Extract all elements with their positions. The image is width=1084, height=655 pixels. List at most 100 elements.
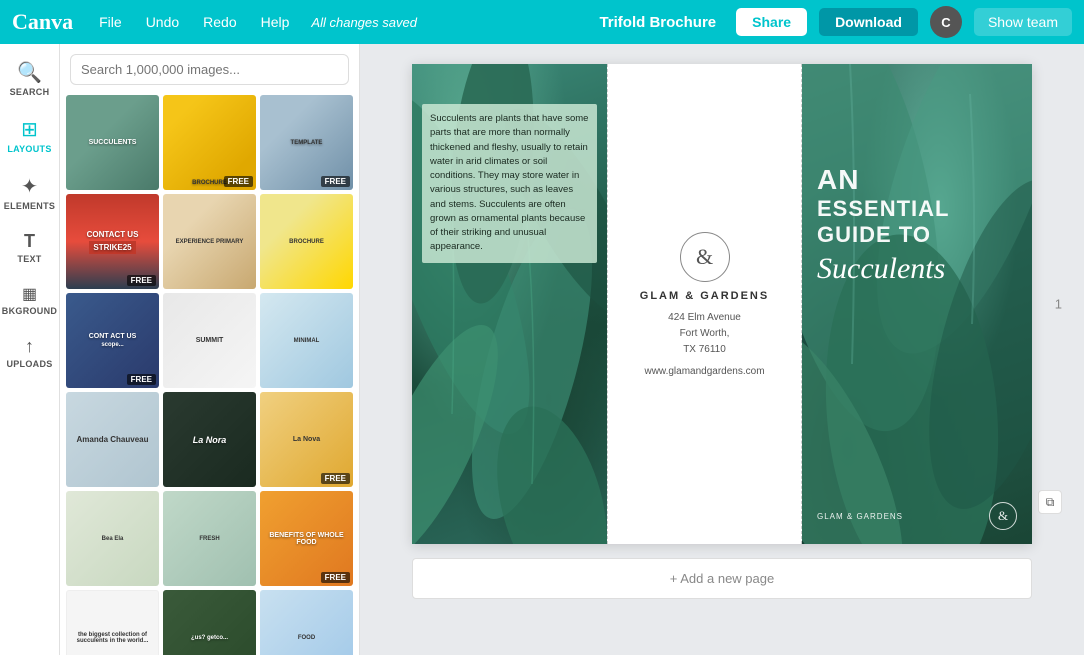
- template-label: La Nova: [293, 436, 320, 443]
- template-thumb[interactable]: Bea Ela: [66, 491, 159, 586]
- sidebar-search-label: SEARCH: [10, 87, 50, 97]
- add-page-button[interactable]: + Add a new page: [412, 558, 1032, 599]
- search-input[interactable]: [70, 54, 349, 85]
- sidebar-item-uploads[interactable]: ↑ UPLOADS: [4, 328, 56, 377]
- template-label: ¿us? getco...: [191, 635, 228, 641]
- sidebar-item-elements[interactable]: ✦ ELEMENTS: [4, 166, 56, 219]
- template-label: BROCHURE: [192, 180, 227, 186]
- template-label: TEMPLATE: [291, 140, 323, 146]
- canva-logo: Canva: [12, 9, 73, 35]
- sidebar-item-layouts[interactable]: ⊞ LAYOUTS: [4, 109, 56, 162]
- template-label: SUMMIT: [196, 337, 224, 344]
- file-menu[interactable]: File: [93, 10, 128, 34]
- uploads-icon: ↑: [25, 336, 34, 357]
- text-icon: T: [24, 231, 35, 252]
- address-line3: TX 76110: [683, 344, 726, 355]
- template-thumb[interactable]: FRESH: [163, 491, 256, 586]
- template-thumb[interactable]: Amanda Chauveau: [66, 392, 159, 487]
- template-label: scope...: [101, 342, 123, 348]
- show-team-button[interactable]: Show team: [974, 8, 1072, 36]
- brochure-canvas[interactable]: Succulents are plants that have some par…: [412, 64, 1032, 544]
- template-label: EXPERIENCE PRIMARY: [176, 239, 244, 245]
- template-label: Bea Ela: [102, 536, 124, 542]
- template-label: CONTACT US: [87, 230, 139, 239]
- main-layout: 🔍 SEARCH ⊞ LAYOUTS ✦ ELEMENTS T TEXT ▦ B…: [0, 44, 1084, 655]
- template-label: La Nora: [193, 435, 227, 445]
- template-label: the biggest collection of succulents in …: [71, 632, 154, 644]
- middle-website: www.glamandgardens.com: [644, 366, 764, 377]
- template-thumb[interactable]: La Nora: [163, 392, 256, 487]
- left-panel-text: Succulents are plants that have some par…: [422, 104, 597, 263]
- page-container: 1 ⧉: [412, 64, 1032, 544]
- template-label: BENEFITS OF WHOLE FOOD: [264, 532, 349, 546]
- sidebar-icons: 🔍 SEARCH ⊞ LAYOUTS ✦ ELEMENTS T TEXT ▦ B…: [0, 44, 60, 655]
- free-badge: FREE: [321, 176, 350, 187]
- template-thumb[interactable]: CONTACT US STRIKE25 FREE: [66, 194, 159, 289]
- address-line1: 424 Elm Avenue: [668, 312, 741, 323]
- template-thumb[interactable]: the biggest collection of succulents in …: [66, 590, 159, 655]
- template-thumb[interactable]: SUCCULENTS: [66, 95, 159, 190]
- free-badge: FREE: [127, 374, 156, 385]
- undo-menu[interactable]: Undo: [140, 10, 185, 34]
- right-text-block: AN ESSENTIAL GUIDE TO Succulents: [817, 164, 1017, 286]
- help-menu[interactable]: Help: [255, 10, 296, 34]
- template-thumb[interactable]: MINIMAL: [260, 293, 353, 388]
- right-an: AN: [817, 164, 1017, 196]
- template-label: CONT ACT US: [89, 333, 137, 340]
- middle-ampersand: &: [696, 244, 713, 270]
- template-label: FRESH: [199, 536, 219, 542]
- template-thumb[interactable]: FOOD: [260, 590, 353, 655]
- template-label: FOOD: [298, 635, 315, 641]
- template-thumb[interactable]: BENEFITS OF WHOLE FOOD FREE: [260, 491, 353, 586]
- template-thumb[interactable]: SUMMIT: [163, 293, 256, 388]
- brochure-left-panel: Succulents are plants that have some par…: [412, 64, 607, 544]
- search-bar: [60, 44, 359, 91]
- free-badge: FREE: [224, 176, 253, 187]
- changes-saved-status: All changes saved: [311, 15, 417, 30]
- share-button[interactable]: Share: [736, 8, 807, 36]
- template-thumb[interactable]: EXPERIENCE PRIMARY: [163, 194, 256, 289]
- template-label: STRIKE25: [89, 241, 135, 254]
- show-team-label: Show team: [988, 14, 1058, 30]
- middle-brand-name: GLAM & GARDENS: [640, 290, 769, 302]
- copy-page-button[interactable]: ⧉: [1038, 490, 1062, 514]
- address-line2: Fort Worth,: [680, 328, 730, 339]
- right-bottom-bar: GLAM & GARDENS &: [817, 502, 1017, 530]
- template-thumb[interactable]: BROCHURE FREE: [163, 95, 256, 190]
- template-thumb[interactable]: TEMPLATE FREE: [260, 95, 353, 190]
- free-badge: FREE: [321, 473, 350, 484]
- right-brand-name: GLAM & GARDENS: [817, 512, 903, 521]
- free-badge: FREE: [127, 275, 156, 286]
- elements-icon: ✦: [21, 174, 38, 199]
- templates-panel: SUCCULENTS BROCHURE FREE TEMPLATE FREE C…: [60, 44, 360, 655]
- right-guide: GUIDE TO: [817, 222, 1017, 248]
- middle-address: 424 Elm Avenue Fort Worth, TX 76110: [668, 310, 741, 358]
- search-icon: 🔍: [17, 60, 42, 85]
- avatar[interactable]: C: [930, 6, 962, 38]
- layouts-icon: ⊞: [21, 117, 38, 142]
- sidebar-layouts-label: LAYOUTS: [7, 144, 51, 154]
- sidebar-item-search[interactable]: 🔍 SEARCH: [4, 52, 56, 105]
- sidebar-item-text[interactable]: T TEXT: [4, 223, 56, 272]
- template-thumb[interactable]: CONT ACT US scope... FREE: [66, 293, 159, 388]
- sidebar-elements-label: ELEMENTS: [4, 201, 55, 211]
- header: Canva File Undo Redo Help All changes sa…: [0, 0, 1084, 44]
- page-number: 1: [1055, 297, 1062, 312]
- download-button[interactable]: Download: [819, 8, 918, 36]
- right-ampersand-circle: &: [989, 502, 1017, 530]
- template-label: SUCCULENTS: [89, 139, 137, 146]
- middle-ampersand-circle: &: [680, 232, 730, 282]
- free-badge: FREE: [321, 572, 350, 583]
- template-thumb[interactable]: La Nova FREE: [260, 392, 353, 487]
- template-thumb[interactable]: ¿us? getco...: [163, 590, 256, 655]
- document-title: Trifold Brochure: [599, 14, 716, 31]
- template-thumb[interactable]: BROCHURE: [260, 194, 353, 289]
- template-label: Amanda Chauveau: [76, 435, 148, 444]
- sidebar-text-label: TEXT: [17, 254, 41, 264]
- templates-grid: SUCCULENTS BROCHURE FREE TEMPLATE FREE C…: [60, 91, 359, 655]
- sidebar-item-background[interactable]: ▦ BKGROUND: [4, 276, 56, 324]
- redo-menu[interactable]: Redo: [197, 10, 242, 34]
- brochure-right-panel: AN ESSENTIAL GUIDE TO Succulents GLAM & …: [802, 64, 1032, 544]
- template-label: MINIMAL: [294, 338, 320, 344]
- brochure-middle-panel: & GLAM & GARDENS 424 Elm Avenue Fort Wor…: [607, 64, 802, 544]
